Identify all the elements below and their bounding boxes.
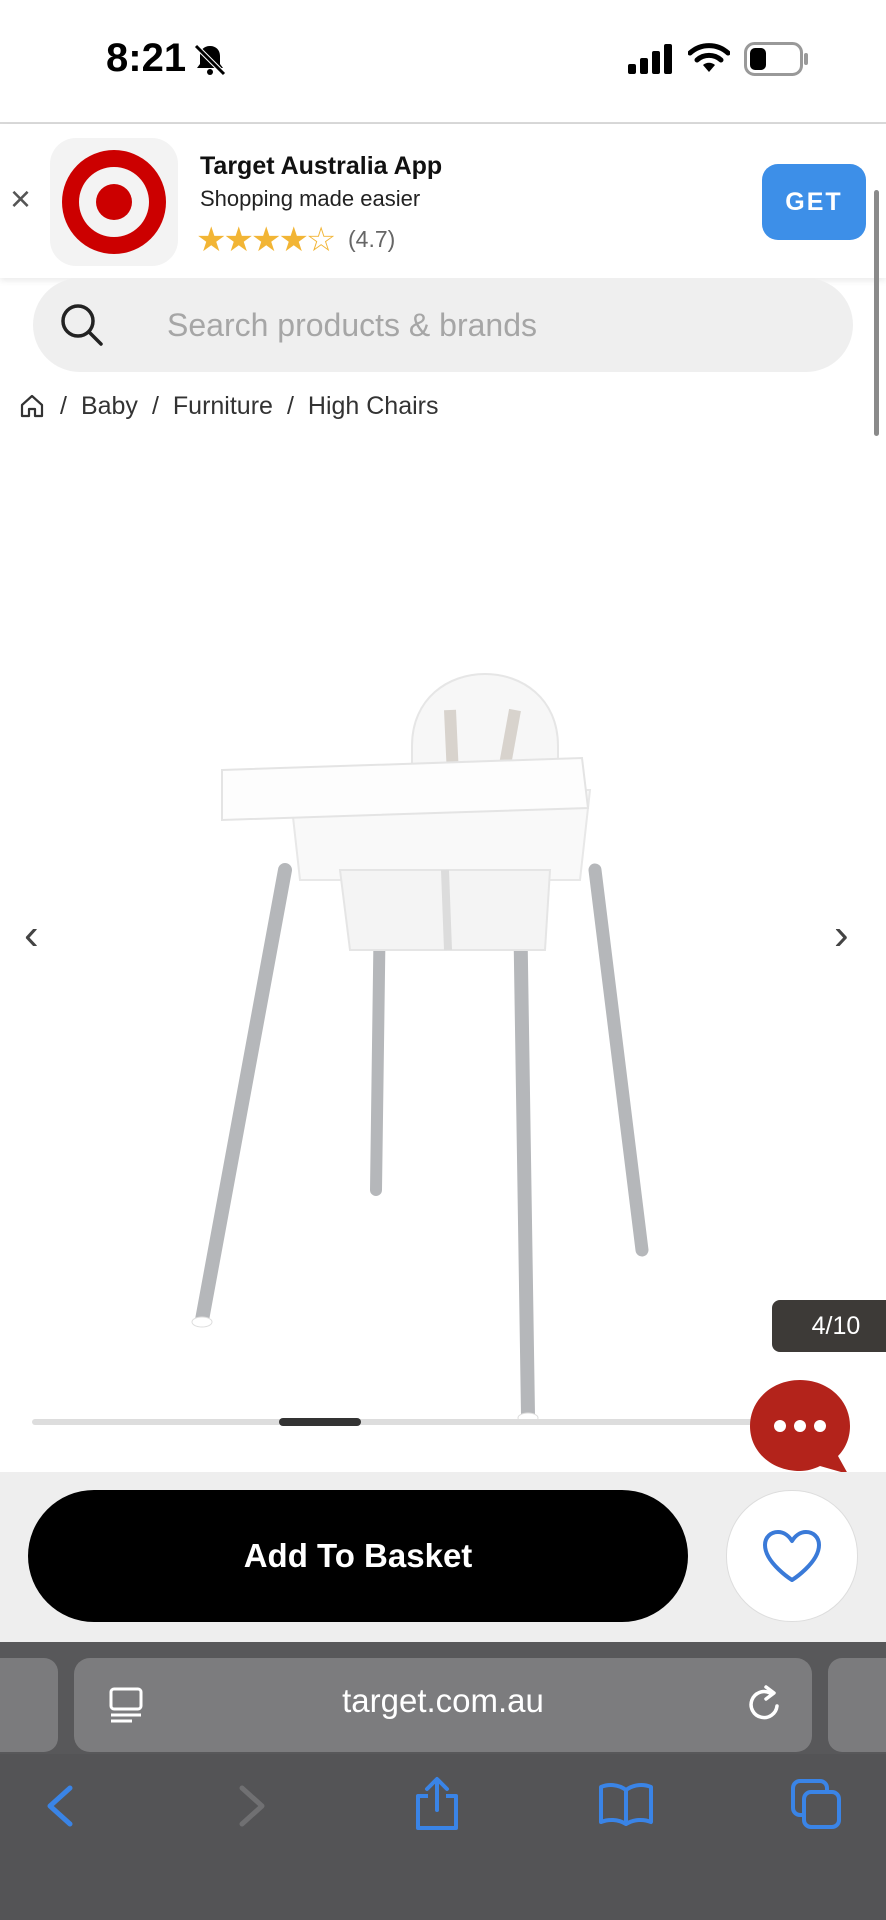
high-chair-image [191,673,649,1424]
carousel-scroll-thumb[interactable] [279,1418,361,1426]
close-banner-button[interactable]: × [10,178,31,220]
search-icon [61,304,103,346]
previous-image-arrow[interactable]: ‹ [24,910,39,960]
add-to-basket-button[interactable]: Add To Basket [28,1490,688,1622]
chat-icon[interactable] [748,1376,852,1476]
search-bar[interactable] [33,278,853,372]
app-logo [50,138,178,266]
share-icon[interactable] [412,1776,462,1832]
breadcrumb-item-high-chairs[interactable]: High Chairs [308,392,439,421]
app-banner: × Target Australia App Shopping made eas… [0,124,886,278]
tabs-icon[interactable] [790,1778,842,1830]
target-logo-icon [62,150,166,254]
app-subtitle: Shopping made easier [200,186,421,211]
breadcrumb-item-furniture[interactable]: Furniture [173,392,273,421]
image-counter: 4/10 [772,1300,886,1352]
browser-toolbar [0,1754,886,1920]
address-bar[interactable]: target.com.au [74,1658,812,1752]
battery-icon [744,42,808,76]
url-text: target.com.au [342,1682,544,1719]
wishlist-button[interactable] [726,1490,858,1622]
breadcrumb-separator: / [286,391,294,420]
reload-icon[interactable] [746,1684,784,1724]
get-app-button[interactable]: GET [762,164,866,240]
previous-tab-preview[interactable] [0,1658,58,1752]
wifi-icon [688,43,730,72]
bookmarks-icon[interactable] [598,1782,654,1826]
page-scroll-indicator [874,190,879,436]
breadcrumb: / Baby / Furniture / High Chairs [18,386,439,426]
app-title: Target Australia App [200,152,443,180]
rating-value: (4.7) [348,226,396,252]
search-input[interactable] [167,302,787,348]
breadcrumb-separator: / [151,391,159,420]
breadcrumb-item-baby[interactable]: Baby [81,392,138,421]
forward-icon [239,1785,265,1827]
next-tab-preview[interactable] [828,1658,886,1752]
silent-bell-icon [194,44,226,76]
next-image-arrow[interactable]: › [834,910,849,960]
status-time: 8:21 [106,36,187,80]
back-icon[interactable] [42,1784,78,1828]
status-bar: 8:21 [0,0,886,124]
product-image-carousel[interactable]: ‹ › [0,440,886,1430]
rating-stars: ★★★★☆ [196,221,336,259]
carousel-scroll-track[interactable] [32,1419,760,1425]
signal-icon [628,44,672,74]
heart-icon [763,1530,821,1582]
home-icon[interactable] [18,392,46,420]
breadcrumb-separator: / [60,391,67,420]
